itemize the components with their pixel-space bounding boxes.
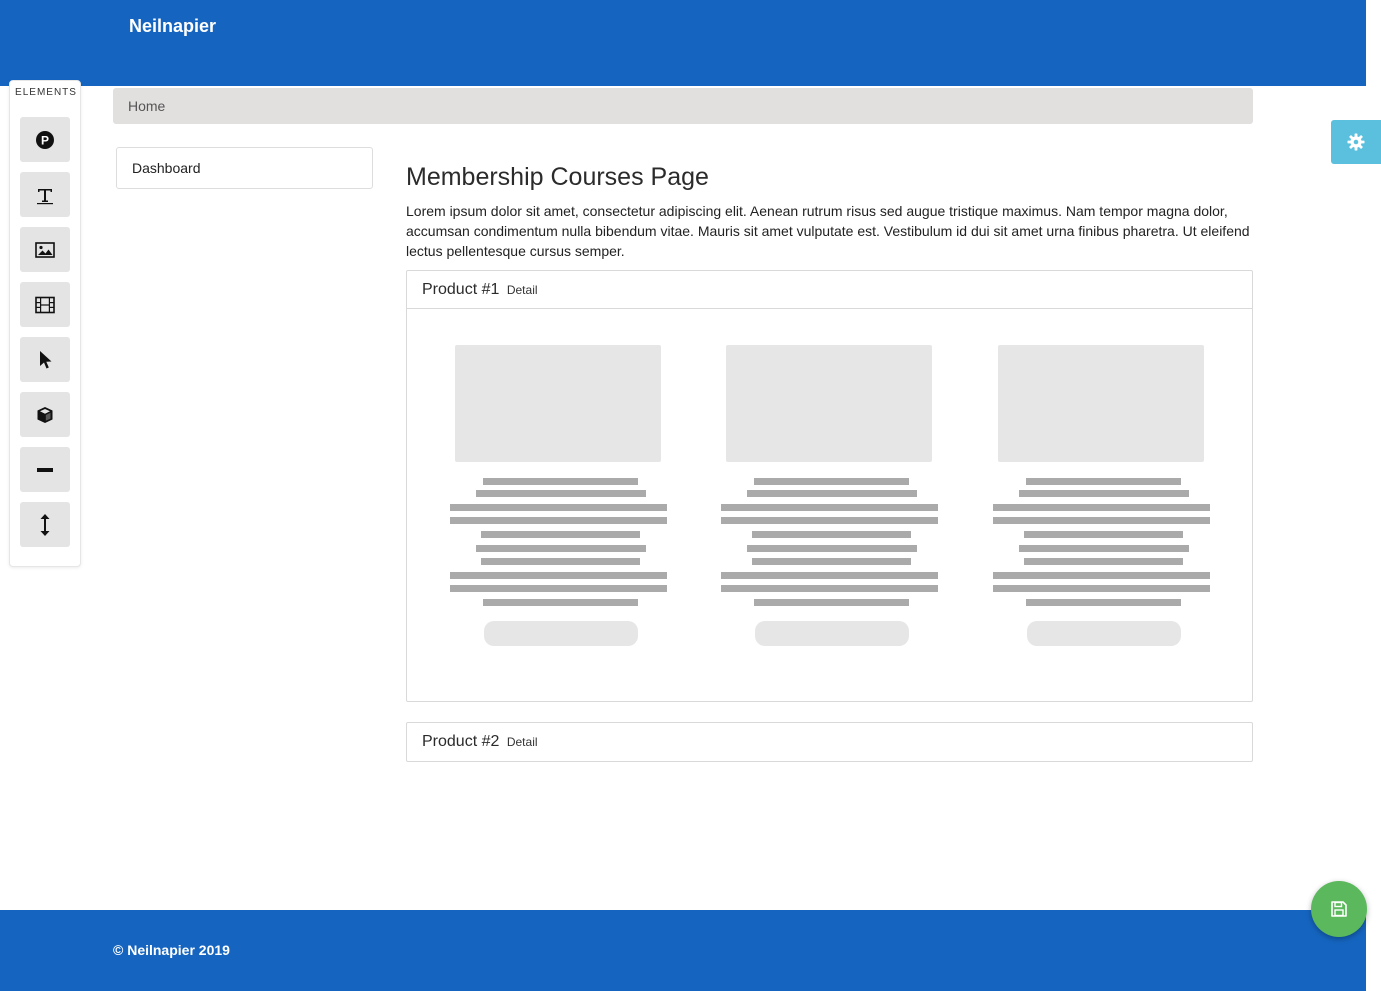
element-button-button[interactable] bbox=[20, 337, 70, 382]
product-panel-header[interactable]: Product #1 Detail bbox=[407, 271, 1252, 309]
card-image-placeholder bbox=[998, 345, 1204, 462]
text-line-placeholder bbox=[747, 545, 917, 552]
element-divider-button[interactable] bbox=[20, 447, 70, 492]
sidebar-item-dashboard[interactable]: Dashboard bbox=[116, 147, 373, 189]
top-header: Neilnapier bbox=[0, 0, 1366, 86]
footer: © Neilnapier 2019 bbox=[0, 910, 1366, 991]
card-button-placeholder[interactable] bbox=[1027, 621, 1181, 646]
spacer-icon bbox=[40, 513, 50, 536]
product-panel-body bbox=[407, 309, 1252, 701]
text-line-placeholder bbox=[721, 517, 938, 524]
pointer-icon bbox=[40, 350, 52, 368]
product-detail-label: Detail bbox=[506, 735, 538, 749]
text-line-placeholder bbox=[747, 490, 917, 497]
text-line-placeholder bbox=[483, 478, 638, 485]
elements-panel: ELEMENTS P bbox=[9, 80, 81, 567]
text-icon bbox=[37, 188, 53, 204]
settings-button[interactable] bbox=[1331, 120, 1381, 164]
element-spacer-button[interactable] bbox=[20, 502, 70, 547]
text-line-placeholder bbox=[752, 531, 911, 538]
cube-icon bbox=[37, 406, 53, 423]
divider-icon bbox=[37, 467, 53, 472]
text-line-placeholder bbox=[1024, 558, 1183, 565]
text-line-placeholder bbox=[993, 572, 1210, 579]
breadcrumb-home[interactable]: Home bbox=[128, 98, 165, 114]
page-title: Membership Courses Page bbox=[406, 163, 709, 191]
text-line-placeholder bbox=[721, 585, 938, 592]
card-button-placeholder[interactable] bbox=[755, 621, 909, 646]
footer-copyright: © Neilnapier 2019 bbox=[113, 942, 230, 958]
text-line-placeholder bbox=[450, 517, 667, 524]
text-line-placeholder bbox=[476, 545, 646, 552]
text-line-placeholder bbox=[1019, 490, 1189, 497]
text-line-placeholder bbox=[1026, 478, 1181, 485]
p-circle-icon: P bbox=[36, 130, 54, 149]
text-line-placeholder bbox=[752, 558, 911, 565]
card-button-placeholder[interactable] bbox=[484, 621, 638, 646]
product-panel-header[interactable]: Product #2 Detail bbox=[407, 723, 1252, 761]
text-line-placeholder bbox=[993, 517, 1210, 524]
text-line-placeholder bbox=[993, 585, 1210, 592]
text-line-placeholder bbox=[481, 531, 640, 538]
image-icon bbox=[35, 241, 55, 258]
film-icon bbox=[35, 296, 55, 313]
floppy-disk-icon bbox=[1331, 901, 1347, 917]
element-component-button[interactable] bbox=[20, 392, 70, 437]
gear-icon bbox=[1347, 133, 1365, 151]
brand-name[interactable]: Neilnapier bbox=[129, 16, 216, 37]
text-line-placeholder bbox=[450, 585, 667, 592]
text-line-placeholder bbox=[1019, 545, 1189, 552]
text-line-placeholder bbox=[450, 572, 667, 579]
save-button[interactable] bbox=[1311, 881, 1367, 937]
text-line-placeholder bbox=[1024, 531, 1183, 538]
text-line-placeholder bbox=[476, 490, 646, 497]
text-line-placeholder bbox=[721, 504, 938, 511]
svg-text:P: P bbox=[41, 133, 49, 147]
product-title: Product #2 Detail bbox=[422, 733, 538, 750]
card-image-placeholder bbox=[455, 345, 661, 462]
card-image-placeholder bbox=[726, 345, 932, 462]
element-paragraph-button[interactable]: P bbox=[20, 117, 70, 162]
text-line-placeholder bbox=[1026, 599, 1181, 606]
text-line-placeholder bbox=[483, 599, 638, 606]
sidebar-item-label: Dashboard bbox=[132, 160, 201, 176]
element-video-button[interactable] bbox=[20, 282, 70, 327]
element-text-button[interactable] bbox=[20, 172, 70, 217]
text-line-placeholder bbox=[754, 599, 909, 606]
text-line-placeholder bbox=[481, 558, 640, 565]
text-line-placeholder bbox=[754, 478, 909, 485]
product-detail-label: Detail bbox=[506, 283, 538, 297]
product-panel-2: Product #2 Detail bbox=[406, 722, 1253, 762]
product-title: Product #1 Detail bbox=[422, 281, 538, 298]
element-image-button[interactable] bbox=[20, 227, 70, 272]
page-description: Lorem ipsum dolor sit amet, consectetur … bbox=[406, 203, 1250, 259]
text-line-placeholder bbox=[721, 572, 938, 579]
text-line-placeholder bbox=[450, 504, 667, 511]
elements-panel-title: ELEMENTS bbox=[15, 87, 77, 98]
text-line-placeholder bbox=[993, 504, 1210, 511]
breadcrumb: Home bbox=[113, 88, 1253, 124]
product-panel-1: Product #1 Detail bbox=[406, 270, 1253, 702]
